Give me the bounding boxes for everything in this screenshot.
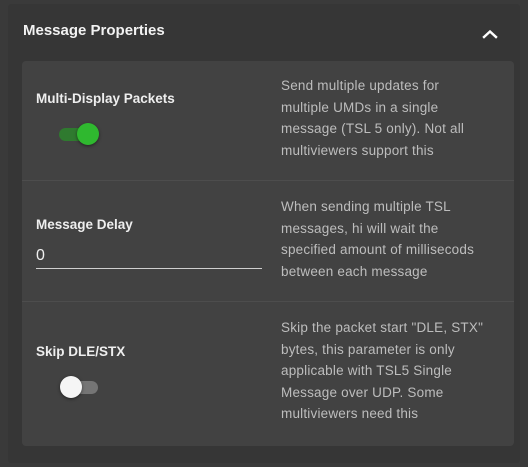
message-delay-field[interactable] bbox=[36, 243, 262, 269]
setting-row-skip-dle-stx: Skip DLE/STX Skip the packet start "DLE,… bbox=[22, 302, 514, 446]
description-line: Message over UDP. Some bbox=[281, 384, 444, 400]
description-line: applicable with TSL5 Single bbox=[281, 363, 453, 378]
setting-row-message-delay: Message Delay When sending multiple TSL … bbox=[22, 181, 514, 302]
setting-description: When sending multiple TSL messages, hi w… bbox=[281, 196, 513, 282]
panel-header[interactable]: Message Properties bbox=[8, 4, 520, 60]
description-line: messages, hi will wait the bbox=[281, 220, 439, 236]
description-line: bytes, this parameter is only bbox=[281, 341, 455, 357]
skip-dle-stx-toggle[interactable] bbox=[60, 374, 98, 400]
description-line: message (TSL 5 only). Not all bbox=[281, 121, 465, 136]
setting-description: Send multiple updates for multiple UMDs … bbox=[281, 75, 513, 161]
toggle-thumb bbox=[60, 376, 82, 398]
description-line: multiple UMDs in a single bbox=[281, 99, 439, 115]
description-line: When sending multiple TSL bbox=[281, 199, 451, 214]
description-line: Send multiple updates for bbox=[281, 78, 440, 93]
chevron-up-icon[interactable] bbox=[478, 22, 502, 46]
description-line: multiviewers support this bbox=[281, 142, 434, 158]
message-delay-input[interactable] bbox=[36, 243, 262, 268]
description-line: specified amount of millisecods bbox=[281, 242, 475, 257]
multi-display-packets-toggle[interactable] bbox=[59, 121, 99, 147]
toggle-thumb bbox=[77, 123, 99, 145]
panel-title: Message Properties bbox=[23, 21, 165, 39]
setting-row-multi-display-packets: Multi-Display Packets Send multiple upda… bbox=[22, 61, 514, 181]
setting-label: Skip DLE/STX bbox=[36, 344, 126, 359]
description-line: Skip the packet start "DLE, STX" bbox=[281, 320, 484, 335]
setting-label: Multi-Display Packets bbox=[36, 91, 175, 106]
description-line: multiviewers need this bbox=[281, 406, 419, 421]
setting-label: Message Delay bbox=[36, 217, 133, 232]
message-properties-panel: Message Properties Multi-Display Packets… bbox=[8, 4, 520, 463]
settings-card: Multi-Display Packets Send multiple upda… bbox=[22, 61, 514, 446]
setting-description: Skip the packet start "DLE, STX" bytes, … bbox=[281, 317, 513, 425]
description-line: between each message bbox=[281, 263, 428, 279]
